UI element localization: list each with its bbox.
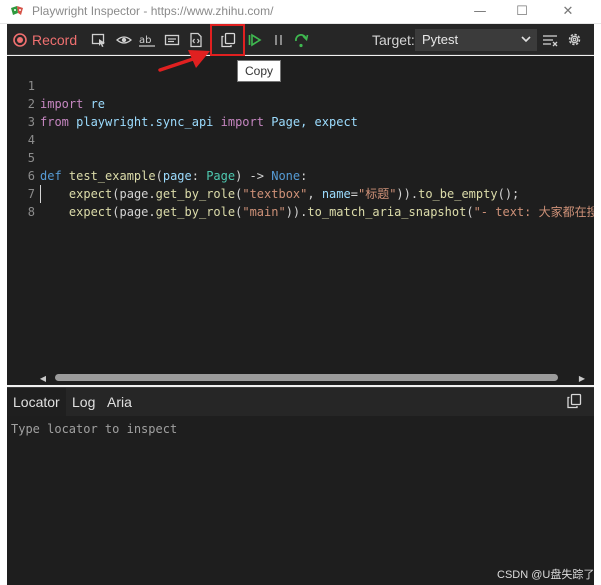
code-line: 5 def test_example(page: Page) -> None: <box>7 131 594 183</box>
close-window-button[interactable]: ✕ <box>546 0 590 22</box>
pick-locator-icon <box>91 32 107 48</box>
code-line: 7 expect(page.get_by_role("main")).to_ma… <box>7 167 594 219</box>
code-line: 6 expect(page.get_by_role("textbox", nam… <box>7 149 594 201</box>
pick-locator-button[interactable] <box>91 24 107 55</box>
pause-icon <box>273 33 285 47</box>
text-cursor <box>40 185 41 203</box>
code-line: 4 <box>7 113 594 147</box>
tab-aria[interactable]: Aria <box>107 388 132 416</box>
record-icon <box>13 32 27 47</box>
svg-text:ab: ab <box>139 35 151 46</box>
record-label: Record <box>32 31 78 48</box>
window-title: Playwright Inspector - https://www.zhihu… <box>32 4 274 18</box>
code-line: 2 from playwright.sync_api import Page, … <box>7 77 594 129</box>
step-over-button[interactable] <box>293 24 309 55</box>
assert-text-icon: ab <box>138 32 156 48</box>
clear-button[interactable] <box>542 24 558 55</box>
line-number: 8 <box>27 205 35 219</box>
minimize-button[interactable]: — <box>458 0 502 22</box>
copy-locator-button[interactable] <box>566 388 582 416</box>
window-border-right <box>594 0 601 585</box>
target-select[interactable]: Pytest <box>415 29 537 51</box>
playwright-logo-icon <box>10 4 25 19</box>
copy-icon <box>566 393 582 412</box>
tab-log[interactable]: Log <box>72 388 95 416</box>
window-border-left <box>0 0 7 585</box>
resume-button[interactable] <box>248 24 262 55</box>
code-editor[interactable]: 1 import re 2 from playwright.sync_api i… <box>7 56 594 371</box>
target-label: Target: <box>372 31 415 48</box>
clear-icon <box>542 32 558 48</box>
code-line: 8 <box>7 185 594 219</box>
assert-snapshot-icon <box>188 32 204 48</box>
resume-icon <box>248 33 262 47</box>
pause-button[interactable] <box>273 24 285 55</box>
locator-panel <box>7 416 594 585</box>
code-line: 3 <box>7 95 594 129</box>
assert-text-button[interactable]: ab <box>138 24 156 55</box>
scroll-left-arrow-icon[interactable]: ◀ <box>38 372 48 384</box>
panel-tab-bar: Locator Log Aria <box>7 387 594 416</box>
watermark: CSDN @U盘失踪了 <box>497 569 595 581</box>
step-over-icon <box>293 32 309 48</box>
maximize-button[interactable]: ☐ <box>500 0 544 22</box>
copy-highlight-box <box>210 24 245 56</box>
scrollbar-thumb[interactable] <box>55 374 558 381</box>
settings-icon <box>566 31 583 48</box>
red-arrow-icon <box>158 48 212 78</box>
record-button[interactable]: Record <box>13 24 77 55</box>
assert-visibility-button[interactable] <box>116 24 132 55</box>
horizontal-scrollbar[interactable]: ◀ ▶ <box>7 371 594 385</box>
locator-input[interactable] <box>11 422 571 436</box>
scroll-right-arrow-icon[interactable]: ▶ <box>577 372 587 384</box>
target-select-value: Pytest <box>422 32 459 47</box>
toolbar: Record ab Target: Pytest <box>7 24 594 55</box>
tab-locator[interactable]: Locator <box>7 388 66 416</box>
settings-button[interactable] <box>566 24 583 55</box>
code-line: 1 import re <box>7 59 594 111</box>
assert-visibility-icon <box>116 32 132 48</box>
chevron-down-icon <box>520 33 532 48</box>
copy-tooltip: Copy <box>237 60 281 82</box>
title-bar: Playwright Inspector - https://www.zhihu… <box>0 0 601 24</box>
assert-value-icon <box>164 32 180 48</box>
